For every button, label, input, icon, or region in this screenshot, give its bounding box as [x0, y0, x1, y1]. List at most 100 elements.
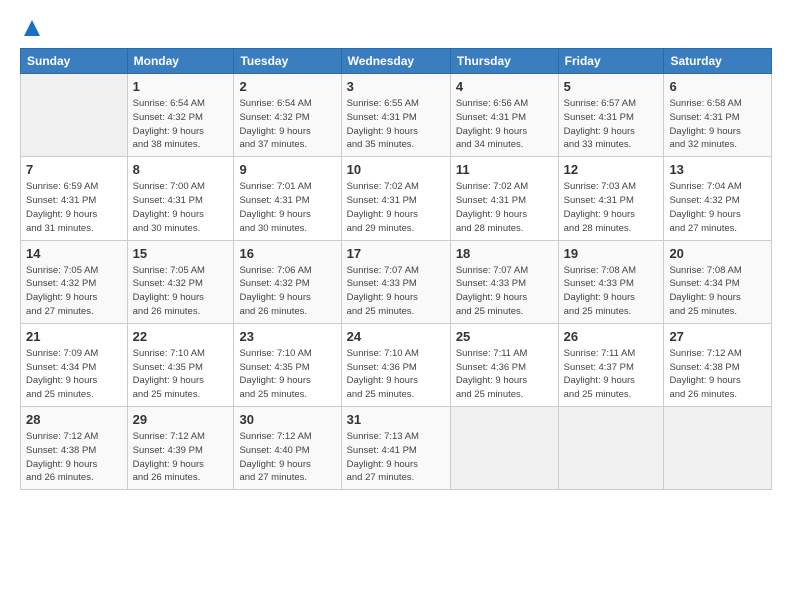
calendar-cell: 31Sunrise: 7:13 AM Sunset: 4:41 PM Dayli…: [341, 407, 450, 490]
calendar-cell: 20Sunrise: 7:08 AM Sunset: 4:34 PM Dayli…: [664, 240, 772, 323]
day-number: 28: [26, 411, 122, 429]
calendar-cell: 30Sunrise: 7:12 AM Sunset: 4:40 PM Dayli…: [234, 407, 341, 490]
day-info: Sunrise: 7:12 AM Sunset: 4:40 PM Dayligh…: [239, 430, 335, 485]
day-number: 10: [347, 161, 445, 179]
day-info: Sunrise: 7:05 AM Sunset: 4:32 PM Dayligh…: [26, 264, 122, 319]
day-info: Sunrise: 7:02 AM Sunset: 4:31 PM Dayligh…: [456, 180, 553, 235]
day-info: Sunrise: 6:57 AM Sunset: 4:31 PM Dayligh…: [564, 97, 659, 152]
day-info: Sunrise: 6:58 AM Sunset: 4:31 PM Dayligh…: [669, 97, 766, 152]
calendar-cell: 27Sunrise: 7:12 AM Sunset: 4:38 PM Dayli…: [664, 323, 772, 406]
day-number: 15: [133, 245, 229, 263]
calendar-cell: 4Sunrise: 6:56 AM Sunset: 4:31 PM Daylig…: [450, 74, 558, 157]
calendar-cell: 6Sunrise: 6:58 AM Sunset: 4:31 PM Daylig…: [664, 74, 772, 157]
day-info: Sunrise: 7:12 AM Sunset: 4:38 PM Dayligh…: [669, 347, 766, 402]
day-info: Sunrise: 7:11 AM Sunset: 4:36 PM Dayligh…: [456, 347, 553, 402]
day-info: Sunrise: 6:54 AM Sunset: 4:32 PM Dayligh…: [133, 97, 229, 152]
calendar-cell: 3Sunrise: 6:55 AM Sunset: 4:31 PM Daylig…: [341, 74, 450, 157]
calendar-cell: 26Sunrise: 7:11 AM Sunset: 4:37 PM Dayli…: [558, 323, 664, 406]
day-header-friday: Friday: [558, 49, 664, 74]
calendar-cell: 15Sunrise: 7:05 AM Sunset: 4:32 PM Dayli…: [127, 240, 234, 323]
calendar-week-3: 14Sunrise: 7:05 AM Sunset: 4:32 PM Dayli…: [21, 240, 772, 323]
day-number: 22: [133, 328, 229, 346]
day-number: 31: [347, 411, 445, 429]
day-number: 16: [239, 245, 335, 263]
calendar-week-2: 7Sunrise: 6:59 AM Sunset: 4:31 PM Daylig…: [21, 157, 772, 240]
day-header-tuesday: Tuesday: [234, 49, 341, 74]
day-info: Sunrise: 7:10 AM Sunset: 4:35 PM Dayligh…: [133, 347, 229, 402]
calendar-cell: 1Sunrise: 6:54 AM Sunset: 4:32 PM Daylig…: [127, 74, 234, 157]
day-number: 25: [456, 328, 553, 346]
day-number: 24: [347, 328, 445, 346]
calendar-week-5: 28Sunrise: 7:12 AM Sunset: 4:38 PM Dayli…: [21, 407, 772, 490]
calendar-week-4: 21Sunrise: 7:09 AM Sunset: 4:34 PM Dayli…: [21, 323, 772, 406]
day-number: 6: [669, 78, 766, 96]
day-info: Sunrise: 7:11 AM Sunset: 4:37 PM Dayligh…: [564, 347, 659, 402]
day-number: 13: [669, 161, 766, 179]
day-info: Sunrise: 6:54 AM Sunset: 4:32 PM Dayligh…: [239, 97, 335, 152]
calendar-cell: 5Sunrise: 6:57 AM Sunset: 4:31 PM Daylig…: [558, 74, 664, 157]
calendar-cell: 13Sunrise: 7:04 AM Sunset: 4:32 PM Dayli…: [664, 157, 772, 240]
page: SundayMondayTuesdayWednesdayThursdayFrid…: [0, 0, 792, 612]
day-number: 5: [564, 78, 659, 96]
calendar-cell: 25Sunrise: 7:11 AM Sunset: 4:36 PM Dayli…: [450, 323, 558, 406]
calendar-cell: 11Sunrise: 7:02 AM Sunset: 4:31 PM Dayli…: [450, 157, 558, 240]
calendar-cell: 28Sunrise: 7:12 AM Sunset: 4:38 PM Dayli…: [21, 407, 128, 490]
day-info: Sunrise: 7:07 AM Sunset: 4:33 PM Dayligh…: [347, 264, 445, 319]
day-number: 8: [133, 161, 229, 179]
calendar-cell: 17Sunrise: 7:07 AM Sunset: 4:33 PM Dayli…: [341, 240, 450, 323]
calendar-cell: 24Sunrise: 7:10 AM Sunset: 4:36 PM Dayli…: [341, 323, 450, 406]
logo-triangle-icon: [22, 18, 42, 38]
day-number: 7: [26, 161, 122, 179]
day-info: Sunrise: 6:59 AM Sunset: 4:31 PM Dayligh…: [26, 180, 122, 235]
day-info: Sunrise: 7:08 AM Sunset: 4:34 PM Dayligh…: [669, 264, 766, 319]
day-number: 27: [669, 328, 766, 346]
day-number: 4: [456, 78, 553, 96]
calendar-cell: 29Sunrise: 7:12 AM Sunset: 4:39 PM Dayli…: [127, 407, 234, 490]
day-number: 26: [564, 328, 659, 346]
day-info: Sunrise: 6:56 AM Sunset: 4:31 PM Dayligh…: [456, 97, 553, 152]
calendar-week-1: 1Sunrise: 6:54 AM Sunset: 4:32 PM Daylig…: [21, 74, 772, 157]
day-header-saturday: Saturday: [664, 49, 772, 74]
day-number: 17: [347, 245, 445, 263]
day-number: 11: [456, 161, 553, 179]
day-number: 1: [133, 78, 229, 96]
calendar-cell: 9Sunrise: 7:01 AM Sunset: 4:31 PM Daylig…: [234, 157, 341, 240]
day-number: 12: [564, 161, 659, 179]
day-number: 19: [564, 245, 659, 263]
calendar-cell: 19Sunrise: 7:08 AM Sunset: 4:33 PM Dayli…: [558, 240, 664, 323]
day-number: 18: [456, 245, 553, 263]
calendar-cell: [21, 74, 128, 157]
day-number: 30: [239, 411, 335, 429]
calendar-cell: 22Sunrise: 7:10 AM Sunset: 4:35 PM Dayli…: [127, 323, 234, 406]
day-header-thursday: Thursday: [450, 49, 558, 74]
day-number: 2: [239, 78, 335, 96]
calendar-cell: 10Sunrise: 7:02 AM Sunset: 4:31 PM Dayli…: [341, 157, 450, 240]
day-info: Sunrise: 7:10 AM Sunset: 4:36 PM Dayligh…: [347, 347, 445, 402]
day-number: 3: [347, 78, 445, 96]
header: [20, 18, 772, 38]
day-number: 21: [26, 328, 122, 346]
calendar-cell: 21Sunrise: 7:09 AM Sunset: 4:34 PM Dayli…: [21, 323, 128, 406]
calendar-cell: 14Sunrise: 7:05 AM Sunset: 4:32 PM Dayli…: [21, 240, 128, 323]
calendar-header-row: SundayMondayTuesdayWednesdayThursdayFrid…: [21, 49, 772, 74]
day-info: Sunrise: 7:13 AM Sunset: 4:41 PM Dayligh…: [347, 430, 445, 485]
calendar-cell: [664, 407, 772, 490]
day-header-wednesday: Wednesday: [341, 49, 450, 74]
calendar-cell: 18Sunrise: 7:07 AM Sunset: 4:33 PM Dayli…: [450, 240, 558, 323]
calendar-cell: [450, 407, 558, 490]
day-header-monday: Monday: [127, 49, 234, 74]
calendar-cell: 12Sunrise: 7:03 AM Sunset: 4:31 PM Dayli…: [558, 157, 664, 240]
calendar-cell: [558, 407, 664, 490]
calendar-cell: 23Sunrise: 7:10 AM Sunset: 4:35 PM Dayli…: [234, 323, 341, 406]
day-number: 29: [133, 411, 229, 429]
calendar-cell: 7Sunrise: 6:59 AM Sunset: 4:31 PM Daylig…: [21, 157, 128, 240]
day-number: 23: [239, 328, 335, 346]
day-info: Sunrise: 7:03 AM Sunset: 4:31 PM Dayligh…: [564, 180, 659, 235]
day-info: Sunrise: 6:55 AM Sunset: 4:31 PM Dayligh…: [347, 97, 445, 152]
day-info: Sunrise: 7:12 AM Sunset: 4:38 PM Dayligh…: [26, 430, 122, 485]
day-info: Sunrise: 7:12 AM Sunset: 4:39 PM Dayligh…: [133, 430, 229, 485]
day-info: Sunrise: 7:00 AM Sunset: 4:31 PM Dayligh…: [133, 180, 229, 235]
day-info: Sunrise: 7:02 AM Sunset: 4:31 PM Dayligh…: [347, 180, 445, 235]
day-info: Sunrise: 7:01 AM Sunset: 4:31 PM Dayligh…: [239, 180, 335, 235]
day-info: Sunrise: 7:09 AM Sunset: 4:34 PM Dayligh…: [26, 347, 122, 402]
